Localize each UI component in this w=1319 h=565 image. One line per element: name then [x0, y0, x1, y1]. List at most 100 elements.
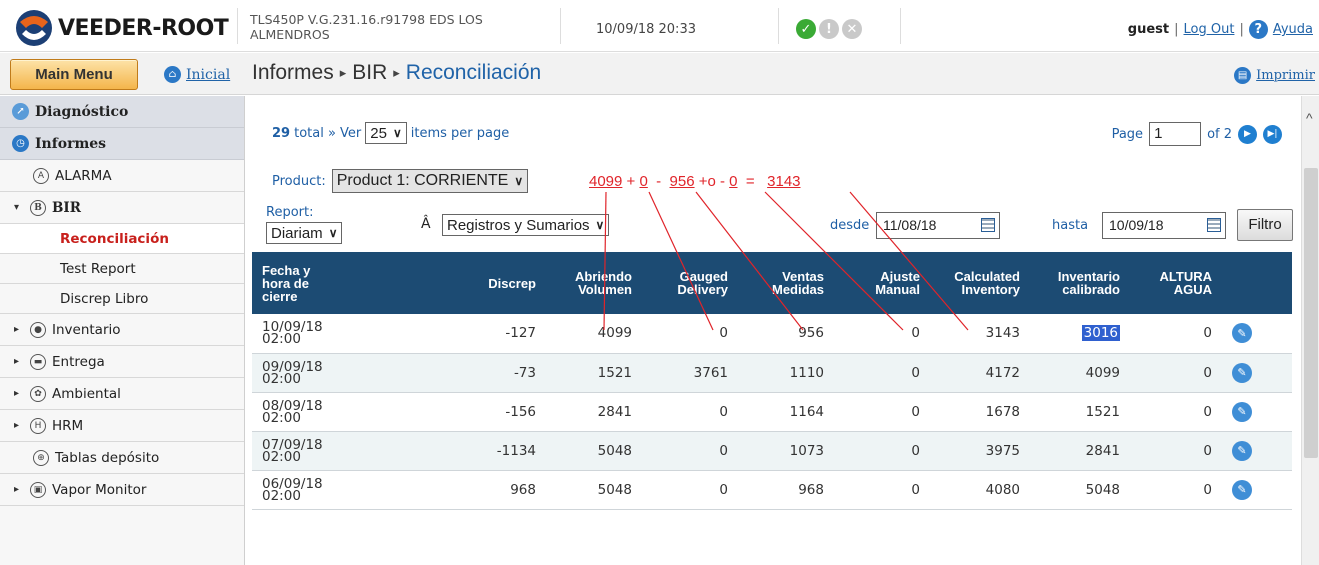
column-header-agua[interactable]: ALTURA AGUA — [1126, 252, 1218, 314]
table-row[interactable]: 06/09/18 02:00 968 5048 0 968 0 4080 5048… — [252, 470, 1292, 509]
column-header-ventas[interactable]: Ventas Medidas — [734, 252, 830, 314]
cell-calculated: 4172 — [985, 364, 1020, 381]
per-page-select[interactable]: 25 ∨ — [365, 122, 407, 144]
help-icon[interactable]: ? — [1248, 20, 1268, 39]
sidebar-section-label: Informes — [35, 135, 107, 152]
product-select[interactable]: Product 1: CORRIENTE ∨ — [331, 169, 529, 193]
product-filter: Product: Product 1: CORRIENTE ∨ — [272, 169, 529, 193]
edit-icon[interactable]: ✎ — [1232, 401, 1252, 422]
scrollbar-thumb[interactable] — [1304, 168, 1318, 458]
edit-icon[interactable]: ✎ — [1232, 479, 1252, 500]
page-label: Page — [1111, 126, 1144, 142]
main-menu-button[interactable]: Main Menu — [10, 59, 138, 90]
cell-abriendo: 5048 — [597, 442, 632, 459]
sidebar-section-diagnostico[interactable]: ↗ Diagnóstico — [0, 96, 244, 128]
sidebar-item-vapor-monitor[interactable]: ▸ ▣ Vapor Monitor — [0, 474, 244, 506]
breadcrumb: Informes ▸ BIR ▸ Reconciliación — [252, 61, 541, 85]
cell-ventas: 1110 — [789, 364, 824, 381]
sidebar-item-entrega[interactable]: ▸ ▬ Entrega — [0, 346, 244, 378]
bir-icon: B — [30, 199, 46, 216]
table-body: 10/09/18 02:00 -127 4099 0 956 0 3143 301… — [252, 314, 1292, 509]
chart-icon: ↗ — [12, 103, 29, 120]
items-per-page-control: 29 total » Ver 25 ∨ items per page — [272, 122, 509, 144]
chevron-right-icon: ▸ — [14, 324, 20, 335]
desde-date-value: 11/08/18 — [883, 217, 937, 233]
home-link[interactable]: ⌂ Inicial — [164, 66, 230, 83]
edit-icon[interactable]: ✎ — [1232, 323, 1252, 344]
chevron-down-icon: ∨ — [595, 218, 605, 232]
header-line: hora de — [262, 275, 309, 291]
logout-link[interactable]: Log Out — [1184, 22, 1235, 37]
hasta-date-input[interactable]: 10/09/18 — [1102, 212, 1226, 239]
column-header-calculated[interactable]: Calculated Inventory — [926, 252, 1026, 314]
page-number-input[interactable]: 1 — [1149, 122, 1202, 146]
per-page-value: 25 — [370, 124, 387, 142]
close-icon[interactable]: ✕ — [842, 19, 862, 39]
sidebar-item-label: Inventario — [52, 321, 121, 338]
cell-abriendo: 4099 — [597, 325, 632, 342]
filter-button[interactable]: Filtro — [1237, 209, 1293, 241]
vertical-scrollbar[interactable]: ^ — [1301, 96, 1319, 565]
sidebar-item-label: Ambiental — [52, 385, 121, 402]
sidebar-item-tablas-deposito[interactable]: ⊕ Tablas depósito — [0, 442, 244, 474]
column-header-gauged[interactable]: Gauged Delivery — [638, 252, 734, 314]
main-content: 29 total » Ver 25 ∨ items per page Page … — [246, 96, 1300, 565]
column-header-abriendo[interactable]: Abriendo Volumen — [542, 252, 638, 314]
cell-discrep: -1134 — [496, 442, 536, 459]
cell-actions: ✎ — [1218, 392, 1292, 431]
calendar-icon[interactable] — [1207, 218, 1221, 232]
breadcrumb-bir[interactable]: BIR — [352, 61, 387, 85]
help-link[interactable]: Ayuda — [1273, 22, 1313, 37]
column-header-calibrado[interactable]: Inventario calibrado — [1026, 252, 1126, 314]
print-label[interactable]: Imprimir — [1256, 68, 1315, 83]
report-type-select[interactable]: Registros y Sumarios ∨ — [442, 214, 610, 236]
sidebar-item-discrep-libro[interactable]: Discrep Libro — [0, 284, 244, 314]
user-bar: guest | Log Out | ? Ayuda — [1128, 20, 1313, 39]
cell-gauged: 0 — [719, 481, 728, 498]
cell-agua: 0 — [1203, 442, 1212, 459]
sidebar-item-reconciliacion[interactable]: Reconciliación — [0, 224, 244, 254]
sidebar-item-bir[interactable]: ▾ B BIR — [0, 192, 244, 224]
calendar-icon[interactable] — [981, 218, 995, 232]
column-header-ajuste[interactable]: Ajuste Manual — [830, 252, 926, 314]
scroll-up-icon[interactable]: ^ — [1306, 110, 1313, 126]
sidebar-item-hrm[interactable]: ▸ H HRM — [0, 410, 244, 442]
chevron-down-icon: ∨ — [392, 126, 402, 140]
table-row[interactable]: 10/09/18 02:00 -127 4099 0 956 0 3143 301… — [252, 314, 1292, 353]
cell-discrep: -73 — [513, 364, 536, 381]
cell-agua: 0 — [1203, 403, 1212, 420]
edit-icon[interactable]: ✎ — [1232, 440, 1252, 461]
sidebar-item-label: Test Report — [60, 260, 136, 277]
cell-time: 02:00 — [262, 409, 301, 426]
cell-gauged: 0 — [719, 325, 728, 342]
edit-icon[interactable]: ✎ — [1232, 362, 1252, 383]
sidebar-section-informes[interactable]: ◷ Informes — [0, 128, 244, 160]
breadcrumb-informes[interactable]: Informes — [252, 61, 334, 85]
sidebar-item-inventario[interactable]: ▸ ● Inventario — [0, 314, 244, 346]
cell-ajuste: 0 — [911, 442, 920, 459]
header-line: Inventory — [961, 282, 1020, 297]
environment-icon: ✿ — [30, 385, 46, 402]
report-period-select[interactable]: Diariam ∨ — [266, 222, 343, 244]
next-page-icon[interactable]: ▶ — [1238, 124, 1257, 144]
cell-ventas: 1164 — [789, 403, 824, 420]
page-navigator: Page 1 of 2 ▶ ▶| — [1112, 122, 1282, 146]
home-label[interactable]: Inicial — [186, 67, 230, 83]
truck-icon: ▬ — [30, 353, 46, 370]
sidebar-item-test-report[interactable]: Test Report — [0, 254, 244, 284]
table-row[interactable]: 08/09/18 02:00 -156 2841 0 1164 0 1678 15… — [252, 392, 1292, 431]
veeder-root-logo-icon — [16, 10, 52, 46]
sidebar-item-ambiental[interactable]: ▸ ✿ Ambiental — [0, 378, 244, 410]
column-header-fecha[interactable]: Fecha y hora de cierre — [252, 252, 394, 314]
cell-agua: 0 — [1203, 364, 1212, 381]
check-icon[interactable]: ✓ — [796, 19, 816, 39]
sidebar-item-alarma[interactable]: A ALARMA — [0, 160, 244, 192]
stray-glyph: Â — [421, 216, 431, 232]
alarm-icon[interactable]: ! — [819, 19, 839, 39]
print-link[interactable]: ▤ Imprimir — [1234, 67, 1315, 84]
desde-date-input[interactable]: 11/08/18 — [876, 212, 1000, 239]
table-row[interactable]: 09/09/18 02:00 -73 1521 3761 1110 0 4172 … — [252, 353, 1292, 392]
last-page-icon[interactable]: ▶| — [1263, 124, 1282, 144]
table-row[interactable]: 07/09/18 02:00 -1134 5048 0 1073 0 3975 2… — [252, 431, 1292, 470]
column-header-discrep[interactable]: Discrep — [394, 252, 542, 314]
